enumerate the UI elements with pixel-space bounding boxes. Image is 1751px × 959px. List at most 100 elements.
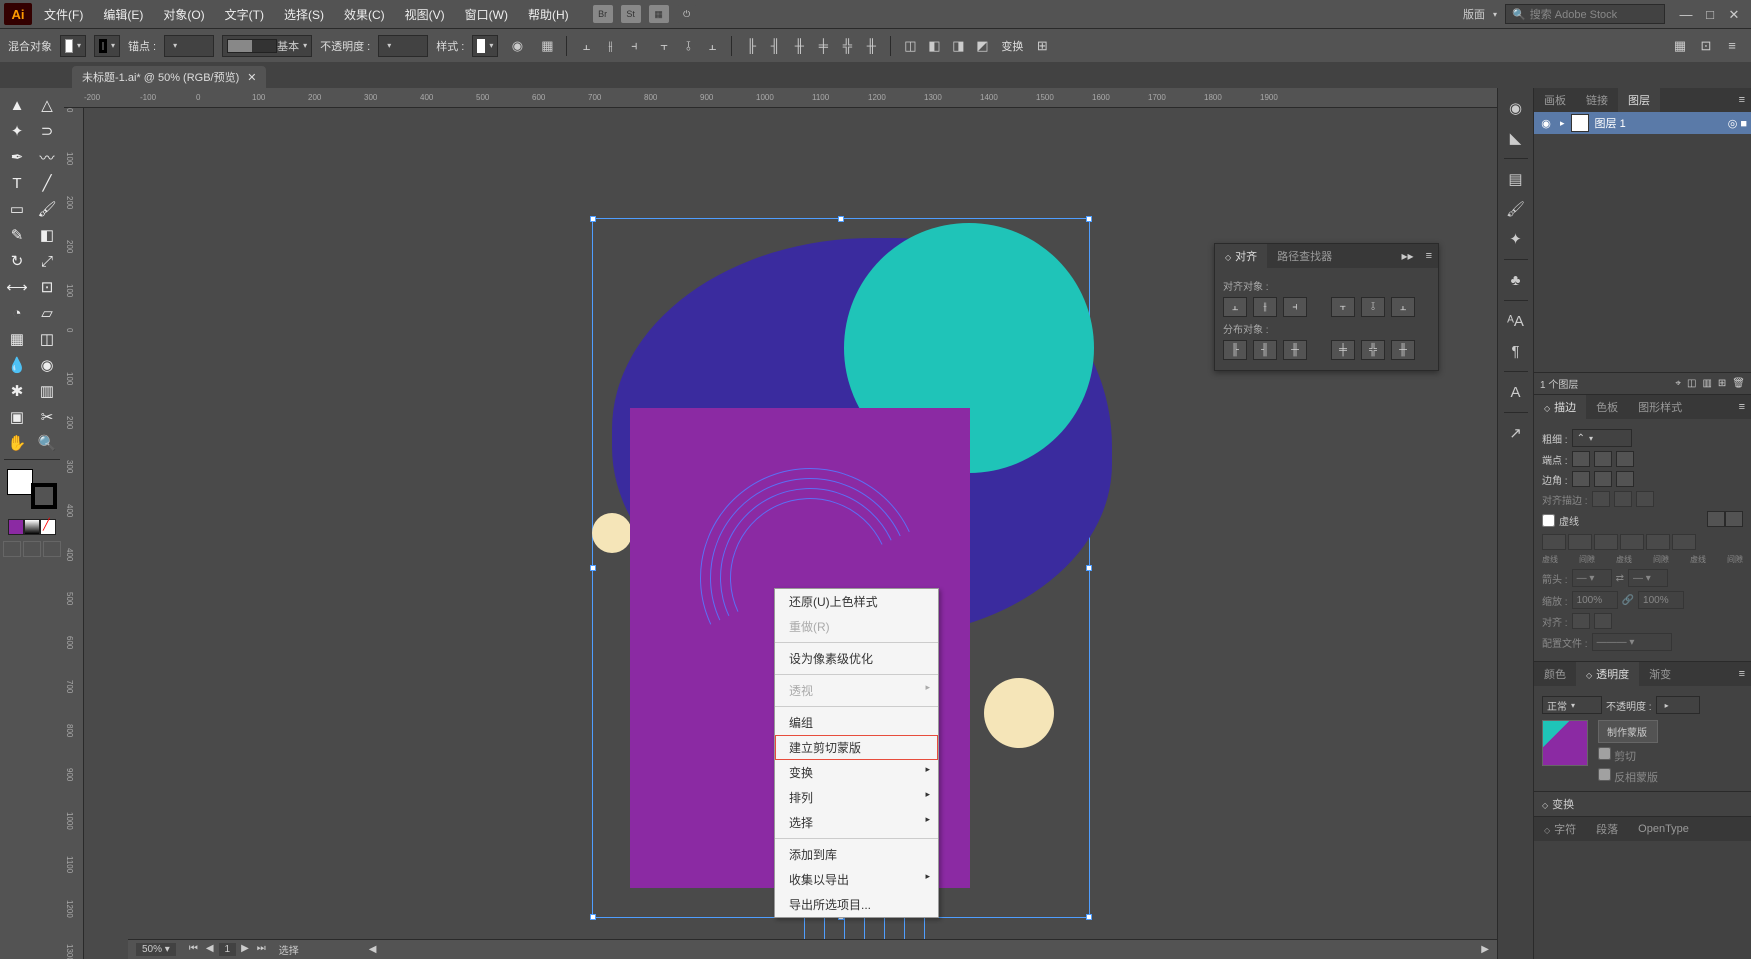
paintbrush-tool[interactable]: 🖌 <box>32 196 62 222</box>
align-vcenter-icon[interactable]: ⫱ <box>677 35 699 57</box>
cap-butt-icon[interactable] <box>1572 451 1590 467</box>
fill-swatch[interactable] <box>7 469 33 495</box>
search-stock-input[interactable]: 🔍 搜索 Adobe Stock <box>1505 4 1665 24</box>
menu-edit[interactable]: 编辑(E) <box>95 3 151 26</box>
stroke-dropdown[interactable]: ▾ <box>94 35 120 57</box>
align-panel-menu-icon[interactable]: ≡ <box>1420 250 1438 262</box>
recolor-icon[interactable]: ◉ <box>506 35 528 57</box>
dist-right-btn[interactable]: ╫ <box>1391 340 1415 360</box>
align-left-btn[interactable]: ⫠ <box>1223 297 1247 317</box>
stroke-profile-dropdown[interactable]: 基本▾ <box>222 35 312 57</box>
line-tool[interactable]: ╱ <box>32 170 62 196</box>
scroll-left-icon[interactable]: ◀ <box>369 944 377 955</box>
zoom-tool[interactable]: 🔍 <box>32 430 62 456</box>
align-bottom-btn[interactable]: ⫠ <box>1391 297 1415 317</box>
dist-vcenter-btn[interactable]: ╢ <box>1253 340 1277 360</box>
maximize-button[interactable]: □ <box>1703 7 1717 21</box>
perspective-tool[interactable]: ▱ <box>32 300 62 326</box>
style-dropdown[interactable]: ▾ <box>472 35 498 57</box>
free-transform-tool[interactable]: ⊡ <box>32 274 62 300</box>
close-button[interactable]: ✕ <box>1727 7 1741 21</box>
cap-round-icon[interactable] <box>1594 451 1612 467</box>
menu-select[interactable]: 选择(S) <box>276 3 332 26</box>
color-guide-icon[interactable]: ◣ <box>1502 124 1530 152</box>
dist-4-icon[interactable]: ╪ <box>812 35 834 57</box>
dist-2-icon[interactable]: ╢ <box>764 35 786 57</box>
direct-selection-tool[interactable]: △ <box>32 92 62 118</box>
dist-left-btn[interactable]: ╪ <box>1331 340 1355 360</box>
gradient-tool[interactable]: ◫ <box>32 326 62 352</box>
stroke-weight-input[interactable]: ⌃ ▾ <box>1572 429 1632 447</box>
menu-type[interactable]: 文字(T) <box>217 3 272 26</box>
scroll-right-icon[interactable]: ▶ <box>1481 944 1489 955</box>
align-right-icon[interactable]: ⫞ <box>623 35 645 57</box>
new-sublayer-icon[interactable]: ▥ <box>1702 378 1711 389</box>
gpu-icon[interactable]: ⏻ <box>677 5 697 23</box>
artboard-number[interactable]: 1 <box>219 943 237 956</box>
transparency-panel-menu-icon[interactable]: ≡ <box>1733 668 1751 680</box>
pen-tool[interactable]: ✒ <box>2 144 32 170</box>
dash-align-1-icon[interactable] <box>1707 511 1725 527</box>
stock-icon[interactable]: St <box>621 5 641 23</box>
graph-tool[interactable]: ▥ <box>32 378 62 404</box>
slice-tool[interactable]: ✂ <box>32 404 62 430</box>
corner-round-icon[interactable] <box>1594 471 1612 487</box>
align-bottom-icon[interactable]: ⫠ <box>701 35 723 57</box>
layer-visibility-icon[interactable]: ◉ <box>1538 115 1554 131</box>
transparency-thumbnail[interactable] <box>1542 720 1588 766</box>
cm-collect-export[interactable]: 收集以导出▸ <box>775 867 938 892</box>
transform-label[interactable]: 变换 <box>1001 38 1023 54</box>
anchor-dropdown[interactable]: ▾ <box>164 35 214 57</box>
libraries-icon[interactable]: ↗ <box>1502 419 1530 447</box>
swatches-icon[interactable]: ▤ <box>1502 165 1530 193</box>
align-top-icon[interactable]: ⫟ <box>653 35 675 57</box>
cm-pixel-perfect[interactable]: 设为像素级优化 <box>775 646 938 671</box>
align-top-btn[interactable]: ⫟ <box>1331 297 1355 317</box>
transp-opacity-input[interactable]: ▸ <box>1656 696 1700 714</box>
menu-view[interactable]: 视图(V) <box>397 3 453 26</box>
symbol-sprayer-tool[interactable]: ✱ <box>2 378 32 404</box>
shape-builder-tool[interactable]: ◔ <box>2 300 32 326</box>
rotate-tool[interactable]: ↻ <box>2 248 32 274</box>
layer-name[interactable]: 图层 1 <box>1595 115 1626 131</box>
cm-group[interactable]: 编组 <box>775 710 938 735</box>
align-vcenter-btn[interactable]: ⫱ <box>1361 297 1385 317</box>
brushes-icon[interactable]: 🖌 <box>1502 195 1530 223</box>
transform-panel-collapsed[interactable]: ◇变换 <box>1534 792 1751 816</box>
nav-next-icon[interactable]: ▶ <box>238 943 252 956</box>
menu-file[interactable]: 文件(F) <box>36 3 91 26</box>
cm-arrange[interactable]: 排列▸ <box>775 785 938 810</box>
pf-4-icon[interactable]: ◩ <box>971 35 993 57</box>
dist-3-icon[interactable]: ╫ <box>788 35 810 57</box>
links-tab[interactable]: 链接 <box>1576 88 1618 112</box>
pathfinder-tab[interactable]: 路径查找器 <box>1267 244 1342 268</box>
delete-layer-icon[interactable]: 🗑 <box>1732 378 1745 389</box>
stroke-tab[interactable]: ◇描边 <box>1534 395 1586 419</box>
stroke-swatch[interactable] <box>31 483 57 509</box>
zoom-dropdown[interactable]: 50% ▾ <box>136 943 176 956</box>
pf-2-icon[interactable]: ◧ <box>923 35 945 57</box>
stroke-icon[interactable]: ♣ <box>1502 266 1530 294</box>
draw-behind-icon[interactable] <box>23 541 41 557</box>
workspace-label[interactable]: 版面 <box>1463 6 1485 22</box>
corner-bevel-icon[interactable] <box>1616 471 1634 487</box>
pf-3-icon[interactable]: ◨ <box>947 35 969 57</box>
fill-dropdown[interactable]: ▾ <box>60 35 86 57</box>
dist-6-icon[interactable]: ╫ <box>860 35 882 57</box>
curvature-tool[interactable]: 〰 <box>32 144 62 170</box>
snap-pixel-icon[interactable]: ▦ <box>1669 35 1691 57</box>
dashed-checkbox[interactable] <box>1542 514 1555 527</box>
menu-object[interactable]: 对象(O) <box>155 3 212 26</box>
align-tab[interactable]: ◇对齐 <box>1215 244 1267 268</box>
artboards-tab[interactable]: 画板 <box>1534 88 1576 112</box>
minimize-button[interactable]: — <box>1679 7 1693 21</box>
document-tab[interactable]: 未标题-1.ai* @ 50% (RGB/预览) ✕ <box>72 66 266 88</box>
mesh-tool[interactable]: ▦ <box>2 326 32 352</box>
align-hcenter-icon[interactable]: ⫲ <box>599 35 621 57</box>
layers-panel-menu-icon[interactable]: ≡ <box>1733 94 1751 106</box>
none-swatch-icon[interactable]: ╱ <box>40 519 56 535</box>
cm-export-selection[interactable]: 导出所选项目... <box>775 892 938 917</box>
artwork-cream-circle-small[interactable] <box>592 513 632 553</box>
eraser-tool[interactable]: ◧ <box>32 222 62 248</box>
locate-layer-icon[interactable]: ⌖ <box>1675 378 1681 389</box>
